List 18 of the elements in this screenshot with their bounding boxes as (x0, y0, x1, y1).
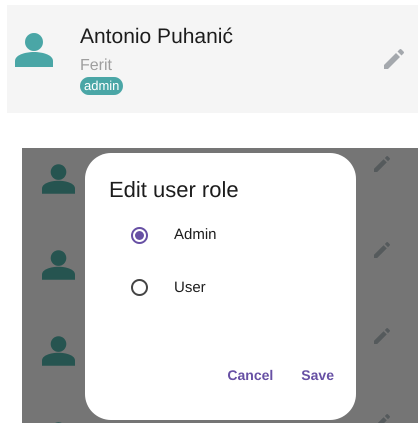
role-badge: admin (80, 77, 124, 95)
radio-button[interactable] (131, 279, 148, 296)
person-icon (15, 33, 53, 67)
pencil-icon[interactable] (374, 242, 390, 258)
cancel-button[interactable]: Cancel (221, 361, 280, 390)
radio-button[interactable] (131, 226, 148, 244)
radio-label: Admin (174, 225, 217, 245)
pencil-icon[interactable] (374, 156, 390, 172)
user-name: Antonio Puhanić (80, 24, 234, 50)
person-icon (42, 336, 75, 366)
dialog-title: Edit user role (109, 176, 240, 204)
person-icon (42, 250, 75, 280)
pencil-icon[interactable] (384, 49, 404, 69)
person-icon (42, 164, 75, 194)
user-organization: Ferit (80, 56, 113, 76)
save-button[interactable]: Save (295, 361, 340, 390)
pencil-icon[interactable] (374, 328, 390, 344)
radio-label: User (174, 278, 206, 298)
